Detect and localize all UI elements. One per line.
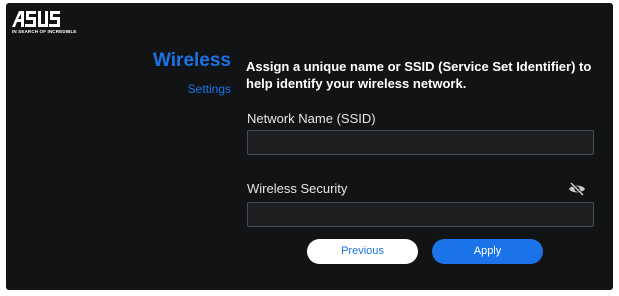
asus-logo-mark <box>12 11 60 27</box>
instruction-heading: Assign a unique name or SSID (Service Se… <box>246 59 592 91</box>
ssid-input[interactable] <box>247 130 594 155</box>
previous-button[interactable]: Previous <box>307 239 418 264</box>
security-label: Wireless Security <box>247 181 348 196</box>
section-title: Wireless <box>153 50 231 71</box>
apply-button[interactable]: Apply <box>432 239 543 264</box>
eye-slash-icon[interactable] <box>568 181 586 197</box>
security-key-input[interactable] <box>247 202 594 227</box>
section-subtitle: Settings <box>187 82 231 96</box>
ssid-label: Network Name (SSID) <box>247 111 376 126</box>
setup-panel: IN SEARCH OF INCREDIBLE Wireless Setting… <box>6 3 613 290</box>
asus-logo: IN SEARCH OF INCREDIBLE <box>12 10 92 36</box>
logo-tagline: IN SEARCH OF INCREDIBLE <box>12 29 77 34</box>
